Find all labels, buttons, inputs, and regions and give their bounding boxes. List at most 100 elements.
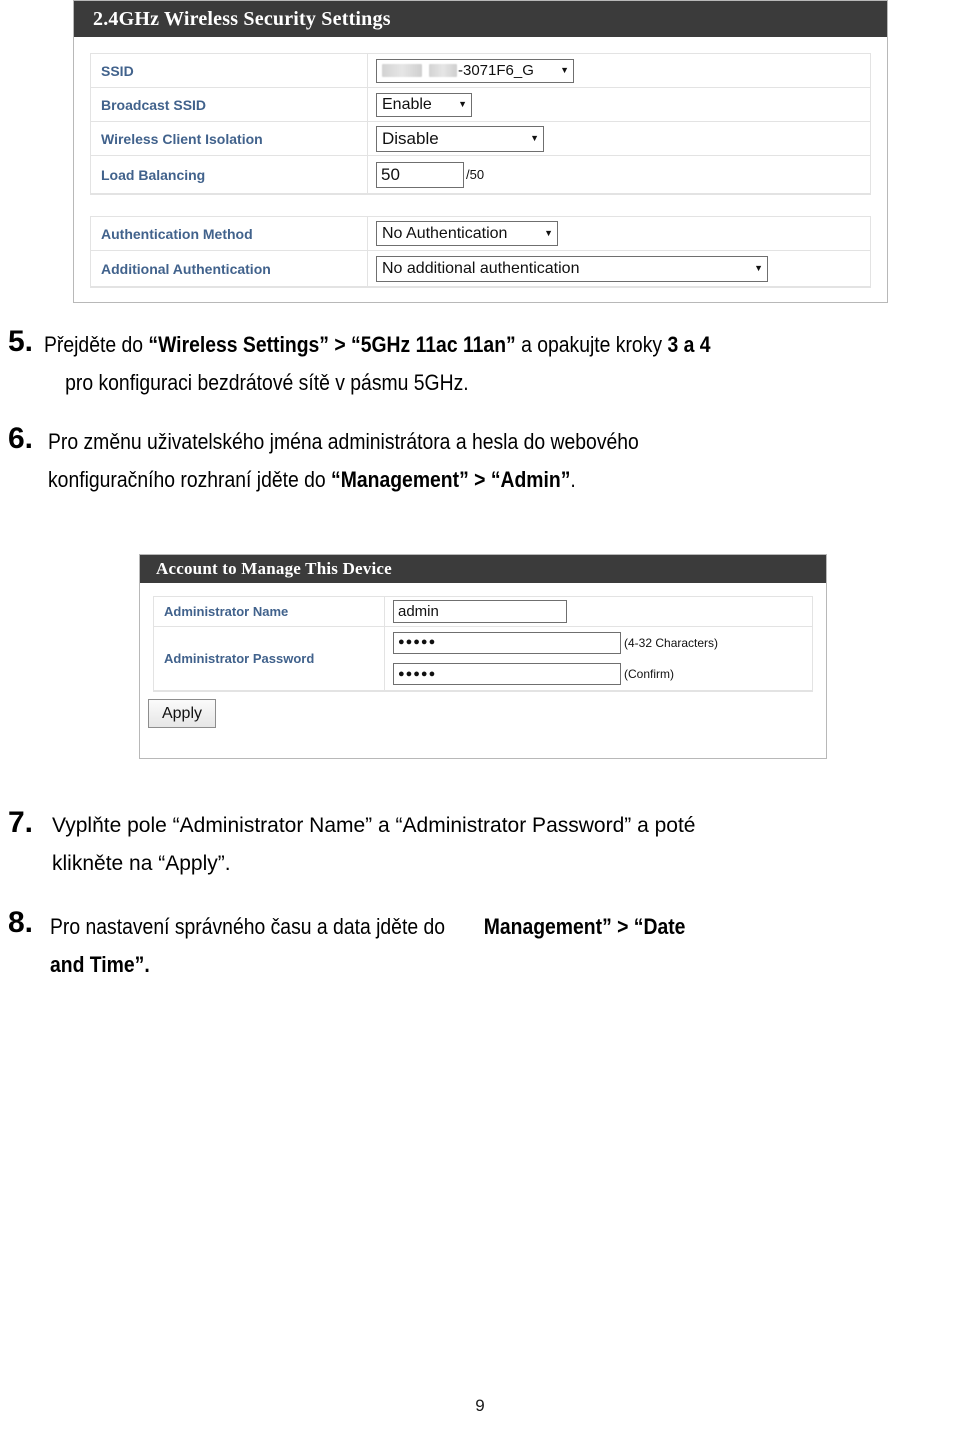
step-8: 8. Pro nastavení správného času a data j…: [8, 906, 958, 984]
label-administrator-password: Administrator Password: [154, 627, 384, 690]
label-load-balancing-text: Load Balancing: [101, 166, 206, 183]
account-panel-title: Account to Manage This Device: [156, 559, 392, 578]
field-ssid: -3071F6_G ▼: [367, 54, 870, 87]
label-ssid: SSID: [91, 54, 367, 87]
step-7-line-1: Vyplňte pole “Administrator Name” a “Adm…: [52, 807, 952, 845]
step-8-line-2-text: and Time”.: [50, 952, 150, 977]
step-8-number: 8.: [8, 906, 34, 939]
authentication-table: Authentication Method No Authentication …: [90, 216, 871, 288]
wireless-security-panel: 2.4GHz Wireless Security Settings SSID -…: [73, 0, 888, 303]
administrator-name-input[interactable]: admin: [393, 600, 567, 623]
step-8-line-1: Pro nastavení správného času a data jdět…: [50, 908, 849, 946]
ssid-value: -3071F6_G: [458, 62, 534, 79]
authentication-method-select[interactable]: No Authentication ▼: [376, 221, 558, 246]
label-load-balancing: Load Balancing: [91, 156, 367, 193]
step-6-line-2-a: konfiguračního rozhraní jděte do: [48, 467, 332, 492]
load-balancing-suffix: /50: [466, 167, 485, 182]
label-administrator-password-text: Administrator Password: [164, 651, 315, 666]
label-authentication-method: Authentication Method: [91, 217, 367, 250]
wireless-settings-table: SSID -3071F6_G ▼ Broadcast SSID Enable ▼…: [90, 53, 871, 195]
step-7-text: Vyplňte pole “Administrator Name” a “Adm…: [52, 807, 952, 883]
label-administrator-name: Administrator Name: [154, 597, 384, 626]
row-additional-authentication: Additional Authentication No additional …: [91, 251, 870, 287]
step-5-line-1-a: Přejděte do: [44, 332, 149, 357]
password-hint-confirm: (Confirm): [624, 667, 674, 682]
label-additional-authentication: Additional Authentication: [91, 251, 367, 286]
wireless-panel-title: 2.4GHz Wireless Security Settings: [93, 7, 391, 30]
step-8-line-1-a: Pro nastavení správného času a data jdět…: [50, 914, 446, 939]
step-7-number: 7.: [8, 806, 34, 839]
row-client-isolation: Wireless Client Isolation Disable ▼: [91, 122, 870, 156]
step-5-line-1-b: “Wireless Settings” > “5GHz 11ac 11an”: [148, 332, 516, 357]
load-balancing-input[interactable]: 50: [376, 161, 464, 188]
step-8-line-1-b: Management” > “Date: [483, 914, 686, 939]
page-number: 9: [475, 1396, 485, 1415]
load-balancing-value: 50: [381, 164, 400, 184]
step-6: 6. Pro změnu uživatelského jména adminis…: [8, 422, 958, 499]
administrator-password-confirm-input[interactable]: ●●●●●: [393, 663, 621, 686]
account-panel-header: Account to Manage This Device: [140, 555, 826, 583]
client-isolation-value: Disable: [382, 129, 439, 148]
field-administrator-name: admin: [384, 597, 812, 626]
ssid-redacted-block-1: [382, 64, 422, 77]
field-authentication-method: No Authentication ▼: [367, 217, 870, 250]
step-5-line-1-d: 3 a 4: [667, 332, 711, 357]
additional-authentication-value: No additional authentication: [382, 259, 580, 277]
broadcast-ssid-select[interactable]: Enable ▼: [376, 92, 472, 117]
field-client-isolation: Disable ▼: [367, 122, 870, 155]
administrator-name-value: admin: [398, 603, 439, 620]
chevron-down-icon: ▼: [544, 228, 553, 238]
step-5-line-1: Přejděte do “Wireless Settings” > “5GHz …: [44, 326, 848, 364]
step-7-line-2-text: klikněte na “Apply”.: [52, 852, 231, 875]
administrator-password-input[interactable]: ●●●●●: [393, 631, 621, 654]
step-5-number: 5.: [8, 325, 34, 358]
field-broadcast-ssid: Enable ▼: [367, 88, 870, 121]
step-5-text: Přejděte do “Wireless Settings” > “5GHz …: [44, 326, 848, 402]
ssid-select[interactable]: -3071F6_G ▼: [376, 58, 574, 83]
row-load-balancing: Load Balancing 50 /50: [91, 156, 870, 194]
step-6-number: 6.: [8, 422, 34, 455]
additional-authentication-select[interactable]: No additional authentication ▼: [376, 255, 768, 282]
step-5-line-1-c: a opakujte kroky: [515, 332, 668, 357]
row-administrator-name: Administrator Name admin: [154, 597, 812, 627]
label-administrator-name-text: Administrator Name: [164, 604, 289, 619]
step-7-line-1-text: Vyplňte pole “Administrator Name” a “Adm…: [52, 814, 696, 837]
apply-button-label: Apply: [161, 704, 203, 722]
step-8-line-2: and Time”.: [50, 946, 849, 984]
step-5: 5. Přejděte do “Wireless Settings” > “5G…: [8, 325, 958, 402]
apply-button[interactable]: Apply: [148, 699, 216, 728]
ssid-redacted-block-2: [429, 64, 457, 77]
administrator-password-confirm-value: ●●●●●: [398, 667, 437, 680]
password-hint-characters: (4-32 Characters): [624, 635, 719, 650]
step-5-line-2-text: pro konfiguraci bezdrátové sítě v pásmu …: [65, 370, 469, 395]
chevron-down-icon: ▼: [754, 263, 763, 273]
account-panel: Account to Manage This Device Administra…: [139, 554, 827, 759]
step-7: 7. Vyplňte pole “Administrator Name” a “…: [8, 806, 958, 883]
broadcast-ssid-value: Enable: [382, 95, 432, 113]
label-client-isolation: Wireless Client Isolation: [91, 122, 367, 155]
label-broadcast-ssid: Broadcast SSID: [91, 88, 367, 121]
account-table: Administrator Name admin Administrator P…: [153, 596, 813, 692]
label-authentication-method-text: Authentication Method: [101, 225, 253, 242]
table-spacer: [90, 195, 871, 216]
label-additional-authentication-text: Additional Authentication: [101, 260, 271, 277]
row-authentication-method: Authentication Method No Authentication …: [91, 217, 870, 251]
step-6-line-1: Pro změnu uživatelského jména administrá…: [48, 423, 849, 461]
row-ssid: SSID -3071F6_G ▼: [91, 54, 870, 88]
label-ssid-text: SSID: [101, 62, 134, 79]
step-7-line-2: klikněte na “Apply”.: [52, 845, 952, 883]
chevron-down-icon: ▼: [560, 65, 569, 75]
field-load-balancing: 50 /50: [367, 156, 870, 193]
step-6-text: Pro změnu uživatelského jména administrá…: [48, 423, 849, 499]
chevron-down-icon: ▼: [458, 99, 467, 109]
step-6-line-1-text: Pro změnu uživatelského jména administrá…: [48, 429, 639, 454]
client-isolation-select[interactable]: Disable ▼: [376, 125, 544, 152]
field-administrator-password: ●●●●● (4-32 Characters) ●●●●● (Confirm): [384, 627, 812, 690]
field-additional-authentication: No additional authentication ▼: [367, 251, 870, 286]
authentication-method-value: No Authentication: [382, 224, 508, 242]
label-broadcast-ssid-text: Broadcast SSID: [101, 96, 207, 113]
chevron-down-icon: ▼: [530, 133, 539, 143]
step-6-line-2-c: .: [570, 467, 576, 492]
step-5-line-2: pro konfiguraci bezdrátové sítě v pásmu …: [44, 364, 848, 402]
administrator-password-value: ●●●●●: [398, 636, 437, 649]
